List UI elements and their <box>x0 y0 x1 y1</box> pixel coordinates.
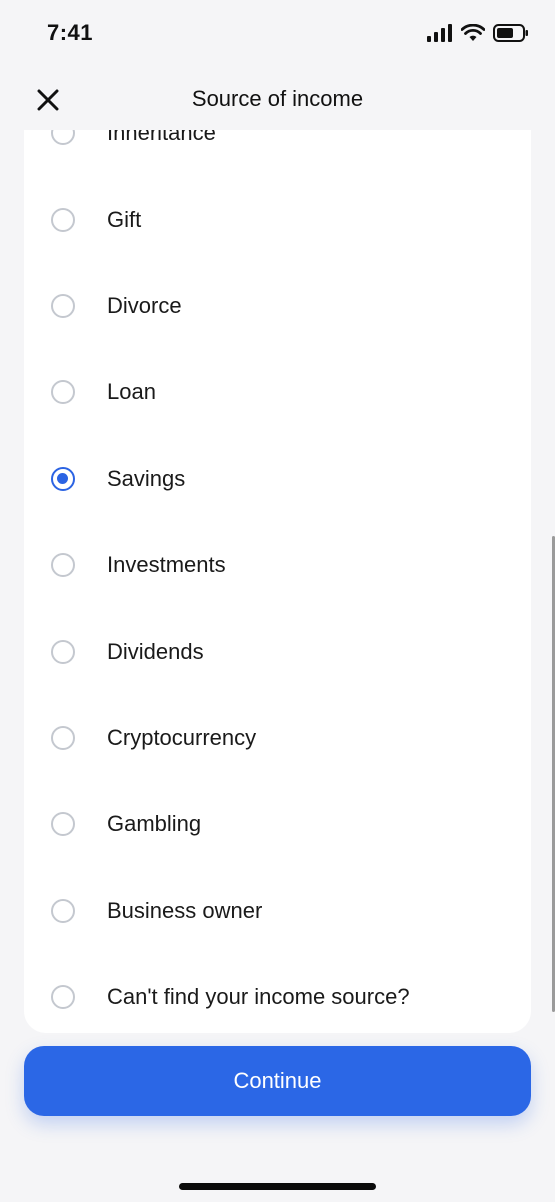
option-dividends[interactable]: Dividends <box>24 608 531 694</box>
option-label: Savings <box>107 465 186 491</box>
option-loan[interactable]: Loan <box>24 349 531 435</box>
radio-button[interactable] <box>51 293 75 318</box>
option-label: Dividends <box>107 638 204 664</box>
continue-button[interactable]: Continue <box>24 1046 531 1116</box>
option-gift[interactable]: Gift <box>24 176 531 262</box>
option-savings[interactable]: Savings <box>24 436 531 522</box>
home-indicator[interactable] <box>179 1183 376 1190</box>
option-label: Business owner <box>107 897 263 923</box>
radio-button[interactable] <box>51 898 75 923</box>
cellular-signal-icon <box>427 24 452 42</box>
option-gambling[interactable]: Gambling <box>24 781 531 867</box>
header: Source of income <box>0 70 555 130</box>
radio-button[interactable] <box>51 380 75 405</box>
option-label: Divorce <box>107 292 182 318</box>
option-label: Investments <box>107 552 226 578</box>
option-cryptocurrency[interactable]: Cryptocurrency <box>24 695 531 781</box>
option-label: Can't find your income source? <box>107 984 410 1010</box>
option-label: Gift <box>107 206 142 232</box>
option-label: Loan <box>107 379 156 405</box>
radio-button-selected[interactable] <box>51 466 75 491</box>
option-label: Gambling <box>107 811 202 837</box>
status-bar: 7:41 <box>0 0 555 70</box>
options-card: Inheritance Gift Divorce Loan Savings In… <box>24 130 531 1033</box>
status-time: 7:41 <box>47 20 94 45</box>
page-title: Source of income <box>191 86 364 111</box>
income-source-list: Inheritance Gift Divorce Loan Savings In… <box>24 130 531 1033</box>
battery-icon <box>493 24 528 42</box>
option-business-owner[interactable]: Business owner <box>24 868 531 954</box>
wifi-icon <box>461 24 485 41</box>
radio-button[interactable] <box>51 812 75 837</box>
option-label: Inheritance <box>107 130 216 146</box>
radio-button[interactable] <box>51 553 75 578</box>
option-cant-find-source[interactable]: Can't find your income source? <box>24 954 531 1033</box>
radio-button[interactable] <box>51 985 75 1010</box>
option-divorce[interactable]: Divorce <box>24 263 531 349</box>
option-inheritance[interactable]: Inheritance <box>24 130 531 176</box>
status-icons <box>427 24 529 42</box>
radio-button[interactable] <box>51 639 75 664</box>
option-investments[interactable]: Investments <box>24 522 531 608</box>
radio-button[interactable] <box>51 725 75 750</box>
option-label: Cryptocurrency <box>107 724 257 750</box>
radio-button[interactable] <box>51 207 75 232</box>
radio-button[interactable] <box>51 130 75 146</box>
